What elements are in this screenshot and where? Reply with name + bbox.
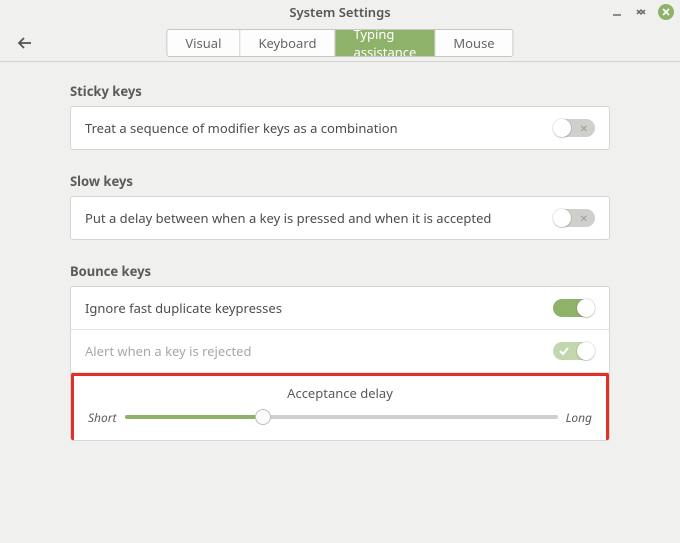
check-icon — [559, 342, 569, 360]
toolbar: Visual Keyboard Typing assistance Mouse — [0, 24, 680, 62]
row-label: Treat a sequence of modifier keys as a c… — [85, 119, 553, 137]
back-button[interactable] — [12, 30, 38, 56]
window-title: System Settings — [289, 3, 390, 21]
tab-keyboard[interactable]: Keyboard — [240, 30, 335, 56]
row-ignore-duplicates: Ignore fast duplicate keypresses — [71, 287, 609, 330]
row-alert-rejected: Alert when a key is rejected — [71, 330, 609, 373]
acceptance-delay-slider[interactable] — [125, 408, 558, 426]
tab-visual[interactable]: Visual — [167, 30, 240, 56]
toggle-knob — [577, 299, 595, 317]
titlebar: System Settings — [0, 0, 680, 24]
x-icon: ✕ — [580, 123, 588, 133]
toggle-alert-rejected[interactable] — [553, 342, 595, 360]
section-bounce-keys: Bounce keys Ignore fast duplicate keypre… — [70, 262, 610, 441]
toggle-slow-delay[interactable]: ✕ — [553, 209, 595, 227]
panel: Treat a sequence of modifier keys as a c… — [70, 106, 610, 150]
slider-thumb[interactable] — [255, 409, 271, 425]
row-label: Ignore fast duplicate keypresses — [85, 299, 553, 317]
row-sticky-combination: Treat a sequence of modifier keys as a c… — [71, 107, 609, 149]
row-label: Put a delay between when a key is presse… — [85, 209, 553, 227]
slider-container: Short Long — [88, 408, 592, 426]
tab-mouse[interactable]: Mouse — [435, 30, 512, 56]
slider-fill — [125, 415, 264, 419]
slider-title: Acceptance delay — [88, 384, 592, 402]
row-slow-delay: Put a delay between when a key is presse… — [71, 197, 609, 239]
tab-typing-assistance[interactable]: Typing assistance — [335, 30, 435, 56]
slider-max-label: Long — [566, 409, 592, 426]
row-acceptance-delay: Acceptance delay Short Long — [71, 373, 609, 440]
section-title: Slow keys — [70, 172, 610, 190]
panel: Put a delay between when a key is presse… — [70, 196, 610, 240]
window-controls — [610, 4, 674, 20]
panel: Ignore fast duplicate keypresses Alert w… — [70, 286, 610, 441]
row-label: Alert when a key is rejected — [85, 342, 553, 360]
toggle-knob — [577, 342, 595, 360]
toggle-knob — [553, 209, 571, 227]
toggle-sticky-combination[interactable]: ✕ — [553, 119, 595, 137]
settings-window: System Settings Visual Keyboard Typing a… — [0, 0, 680, 543]
section-title: Bounce keys — [70, 262, 610, 280]
section-slow-keys: Slow keys Put a delay between when a key… — [70, 172, 610, 240]
toggle-knob — [553, 119, 571, 137]
slider-min-label: Short — [88, 409, 117, 426]
section-sticky-keys: Sticky keys Treat a sequence of modifier… — [70, 82, 610, 150]
x-icon: ✕ — [580, 213, 588, 223]
toggle-ignore-duplicates[interactable] — [553, 299, 595, 317]
content-area: Sticky keys Treat a sequence of modifier… — [0, 62, 680, 543]
check-icon — [559, 299, 569, 317]
section-title: Sticky keys — [70, 82, 610, 100]
maximize-button[interactable] — [634, 5, 648, 19]
close-button[interactable] — [658, 4, 674, 20]
tab-bar: Visual Keyboard Typing assistance Mouse — [166, 29, 513, 57]
minimize-button[interactable] — [610, 5, 624, 19]
